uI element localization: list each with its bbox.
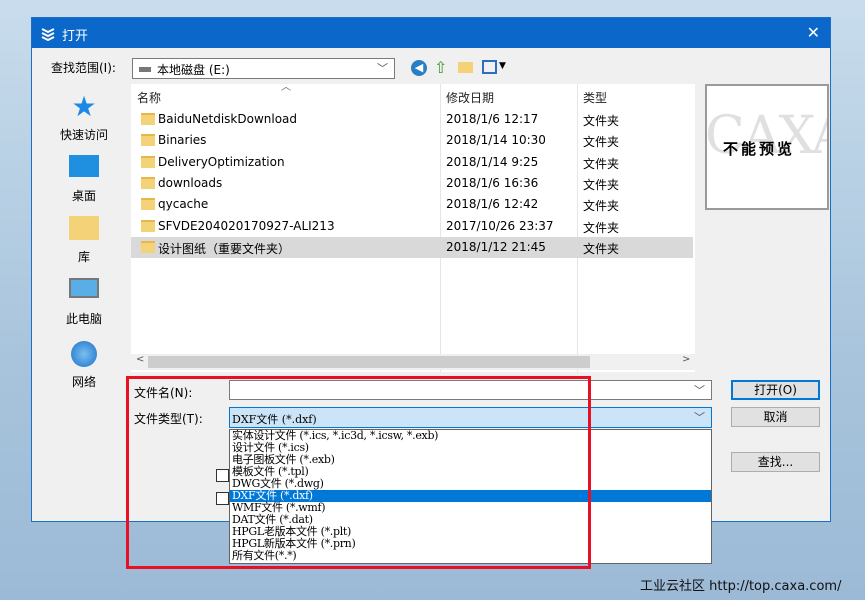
file-list[interactable]: ︿ 名称 修改日期 类型 BaiduNetdiskDownload 2018/1… xyxy=(131,82,695,372)
sidebar-label: 桌面 xyxy=(71,189,96,203)
file-row[interactable]: DeliveryOptimization 2018/1/14 9:25 文件夹 xyxy=(131,152,693,173)
sidebar-item-quick-access[interactable]: ★ 快速访问 xyxy=(49,92,119,143)
file-date: 2018/1/6 12:17 xyxy=(446,112,539,126)
folder-icon xyxy=(141,240,155,253)
footer-watermark: 工业云社区 http://top.caxa.com/ xyxy=(640,579,842,594)
file-type: 文件夹 xyxy=(583,177,620,192)
sidebar-label: 此电脑 xyxy=(65,312,102,326)
file-date: 2018/1/6 12:42 xyxy=(446,197,539,212)
drive-icon xyxy=(139,67,151,72)
library-icon xyxy=(69,216,99,240)
file-row[interactable]: SFVDE204020170927-ALI213 2017/10/26 23:3… xyxy=(131,216,693,237)
find-button[interactable]: 查找... xyxy=(731,452,820,472)
file-name: DeliveryOptimization xyxy=(158,154,285,169)
file-row[interactable]: Binaries 2018/1/14 10:30 文件夹 xyxy=(131,130,693,151)
sidebar-label: 快速访问 xyxy=(59,128,108,142)
chevron-down-icon[interactable]: ﹀ xyxy=(694,409,705,425)
file-type: 文件夹 xyxy=(583,114,620,128)
lookin-label: 查找范围(I): xyxy=(51,61,116,75)
file-type: 文件夹 xyxy=(583,135,620,150)
scroll-left-icon[interactable]: < xyxy=(136,354,144,365)
folder-icon xyxy=(141,134,155,147)
sidebar-item-network[interactable]: 网络 xyxy=(49,341,119,390)
file-name: qycache xyxy=(158,197,209,212)
file-name: Binaries xyxy=(158,133,207,148)
horizontal-scrollbar[interactable]: < > xyxy=(131,354,695,370)
file-name: downloads xyxy=(158,175,223,190)
folder-icon xyxy=(141,219,155,232)
folder-icon xyxy=(141,155,155,168)
back-icon[interactable]: ◀ xyxy=(411,60,427,76)
file-name: 设计图纸（重要文件夹） xyxy=(158,241,291,256)
file-row[interactable]: qycache 2018/1/6 12:42 文件夹 xyxy=(131,194,693,215)
up-folder-icon[interactable]: ⇧ xyxy=(434,58,447,77)
title-bar[interactable]: 打开 ✕ xyxy=(32,18,830,48)
folder-icon xyxy=(141,198,155,211)
file-type: 文件夹 xyxy=(583,156,620,171)
preview-pane: CAXA 不能预览 xyxy=(705,84,829,210)
file-row[interactable]: BaiduNetdiskDownload 2018/1/6 12:17 文件夹 xyxy=(131,109,693,130)
chevron-down-icon: ﹀ xyxy=(377,62,388,75)
sidebar-label: 网络 xyxy=(71,375,96,389)
scrollbar-thumb[interactable] xyxy=(148,356,590,368)
file-type: 文件夹 xyxy=(583,220,620,235)
chevron-down-icon[interactable]: ﹀ xyxy=(694,382,705,398)
view-menu-icon[interactable] xyxy=(482,60,497,74)
sidebar-item-library[interactable]: 库 xyxy=(49,216,119,265)
file-type: 文件夹 xyxy=(583,241,620,256)
file-date: 2018/1/12 21:45 xyxy=(446,239,546,254)
file-date: 2018/1/6 16:36 xyxy=(446,175,539,190)
close-button[interactable]: ✕ xyxy=(807,23,820,42)
folder-icon xyxy=(141,113,155,125)
sidebar-label: 库 xyxy=(77,250,90,264)
folder-icon xyxy=(141,176,155,189)
lookin-value: 本地磁盘 (E:) xyxy=(157,63,230,77)
file-row[interactable]: 设计图纸（重要文件夹） 2018/1/12 21:45 文件夹 xyxy=(131,236,693,258)
computer-icon xyxy=(69,278,99,298)
sidebar-item-desktop[interactable]: 桌面 xyxy=(49,155,119,204)
file-date: 2017/10/26 23:37 xyxy=(446,218,554,233)
preview-message: 不能预览 xyxy=(723,140,796,158)
desktop-icon xyxy=(69,155,99,177)
sort-arrow-icon: ︿ xyxy=(281,82,291,93)
open-button[interactable]: 打开(O) xyxy=(731,380,820,400)
dialog-title: 打开 xyxy=(62,29,89,44)
scroll-right-icon[interactable]: > xyxy=(682,354,690,365)
sidebar-item-this-pc[interactable]: 此电脑 xyxy=(49,278,119,327)
star-icon: ★ xyxy=(71,90,97,123)
lookin-combo[interactable]: 本地磁盘 (E:) ﹀ xyxy=(132,58,395,79)
file-name: BaiduNetdiskDownload xyxy=(158,112,298,126)
file-row[interactable]: downloads 2018/1/6 16:36 文件夹 xyxy=(131,173,693,194)
new-folder-icon[interactable] xyxy=(458,62,473,73)
cancel-button[interactable]: 取消 xyxy=(731,407,820,427)
highlight-annotation xyxy=(126,376,591,569)
chevron-down-icon[interactable]: ▼ xyxy=(499,61,506,71)
file-date: 2018/1/14 9:25 xyxy=(446,154,539,169)
app-icon xyxy=(41,28,55,41)
network-icon xyxy=(71,341,97,367)
file-type: 文件夹 xyxy=(583,199,620,214)
file-date: 2018/1/14 10:30 xyxy=(446,133,546,148)
file-name: SFVDE204020170927-ALI213 xyxy=(158,218,335,233)
